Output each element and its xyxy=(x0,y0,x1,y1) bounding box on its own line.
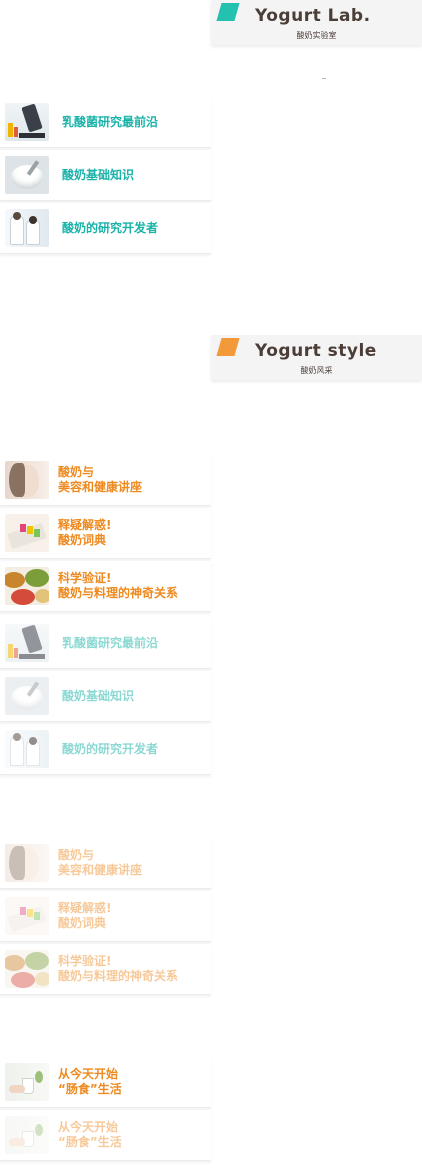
menu-item-lactic-research[interactable]: 乳酸菌研究最前沿 xyxy=(0,97,211,148)
menu-item-label: 乳酸菌研究最前沿 xyxy=(62,114,159,129)
menu-item-cooking[interactable]: 科学验证! 酸奶与料理的神奇关系 xyxy=(0,561,211,612)
menu-item-label: 从今天开始 “肠食”生活 xyxy=(58,1067,122,1096)
menu-item-label: 酸奶的研究开发者 xyxy=(62,741,159,756)
lab-flag-icon xyxy=(216,3,240,21)
yogurt-lab-header[interactable]: Yogurt Lab. 酸奶实验室 xyxy=(211,0,422,45)
menu-item-beauty-health-faded[interactable]: 酸奶与 美容和健康讲座 xyxy=(0,838,211,889)
menu-item-label: 酸奶基础知识 xyxy=(62,167,135,182)
menu-item-label: 酸奶基础知识 xyxy=(62,688,135,703)
lab-title: Yogurt Lab. xyxy=(255,6,371,26)
researchers-thumbnail xyxy=(5,209,49,247)
menu-item-label: 科学验证! 酸奶与料理的神奇关系 xyxy=(58,954,179,983)
style-flag-icon xyxy=(216,338,240,356)
researchers-thumbnail xyxy=(5,730,49,768)
menu-item-label: 科学验证! 酸奶与料理的神奇关系 xyxy=(58,571,179,600)
menu-item-researchers-faded[interactable]: 酸奶的研究开发者 xyxy=(0,724,211,775)
menu-item-label: 释疑解惑! 酸奶词典 xyxy=(58,901,112,930)
menu-item-gut-life[interactable]: 从今天开始 “肠食”生活 xyxy=(0,1057,211,1108)
divider xyxy=(322,78,326,79)
beauty-thumbnail xyxy=(5,461,49,499)
menu-item-label: 酸奶与 美容和健康讲座 xyxy=(58,848,143,877)
microscope-thumbnail xyxy=(5,103,49,141)
menu-item-label: 释疑解惑! 酸奶词典 xyxy=(58,518,112,547)
food-thumbnail xyxy=(5,567,49,605)
yogurt-bowl-thumbnail xyxy=(5,156,49,194)
menu-item-lactic-research-faded[interactable]: 乳酸菌研究最前沿 xyxy=(0,618,211,669)
menu-item-yogurt-basics-faded[interactable]: 酸奶基础知识 xyxy=(0,671,211,722)
food-thumbnail xyxy=(5,950,49,988)
style-subtitle: 酸奶风采 xyxy=(300,366,333,375)
breakfast-thumbnail xyxy=(5,1063,49,1101)
menu-item-beauty-health[interactable]: 酸奶与 美容和健康讲座 xyxy=(0,455,211,506)
menu-item-label: 酸奶的研究开发者 xyxy=(62,220,159,235)
menu-item-dictionary-faded[interactable]: 释疑解惑! 酸奶词典 xyxy=(0,891,211,942)
menu-item-cooking-faded[interactable]: 科学验证! 酸奶与料理的神奇关系 xyxy=(0,944,211,995)
beauty-thumbnail xyxy=(5,844,49,882)
menu-item-yogurt-basics[interactable]: 酸奶基础知识 xyxy=(0,150,211,201)
breakfast-thumbnail xyxy=(5,1116,49,1154)
microscope-thumbnail xyxy=(5,624,49,662)
style-title: Yogurt style xyxy=(255,341,377,361)
menu-item-label: 乳酸菌研究最前沿 xyxy=(62,635,159,650)
menu-item-gut-life-faded[interactable]: 从今天开始 “肠食”生活 xyxy=(0,1110,211,1161)
yogurt-style-header[interactable]: Yogurt style 酸奶风采 xyxy=(211,335,422,380)
menu-item-dictionary[interactable]: 释疑解惑! 酸奶词典 xyxy=(0,508,211,559)
menu-item-researchers[interactable]: 酸奶的研究开发者 xyxy=(0,203,211,254)
lab-subtitle: 酸奶实验室 xyxy=(296,31,337,40)
yogurt-bowl-thumbnail xyxy=(5,677,49,715)
dictionary-thumbnail xyxy=(5,897,49,935)
menu-item-label: 酸奶与 美容和健康讲座 xyxy=(58,465,143,494)
menu-item-label: 从今天开始 “肠食”生活 xyxy=(58,1120,122,1149)
dictionary-thumbnail xyxy=(5,514,49,552)
